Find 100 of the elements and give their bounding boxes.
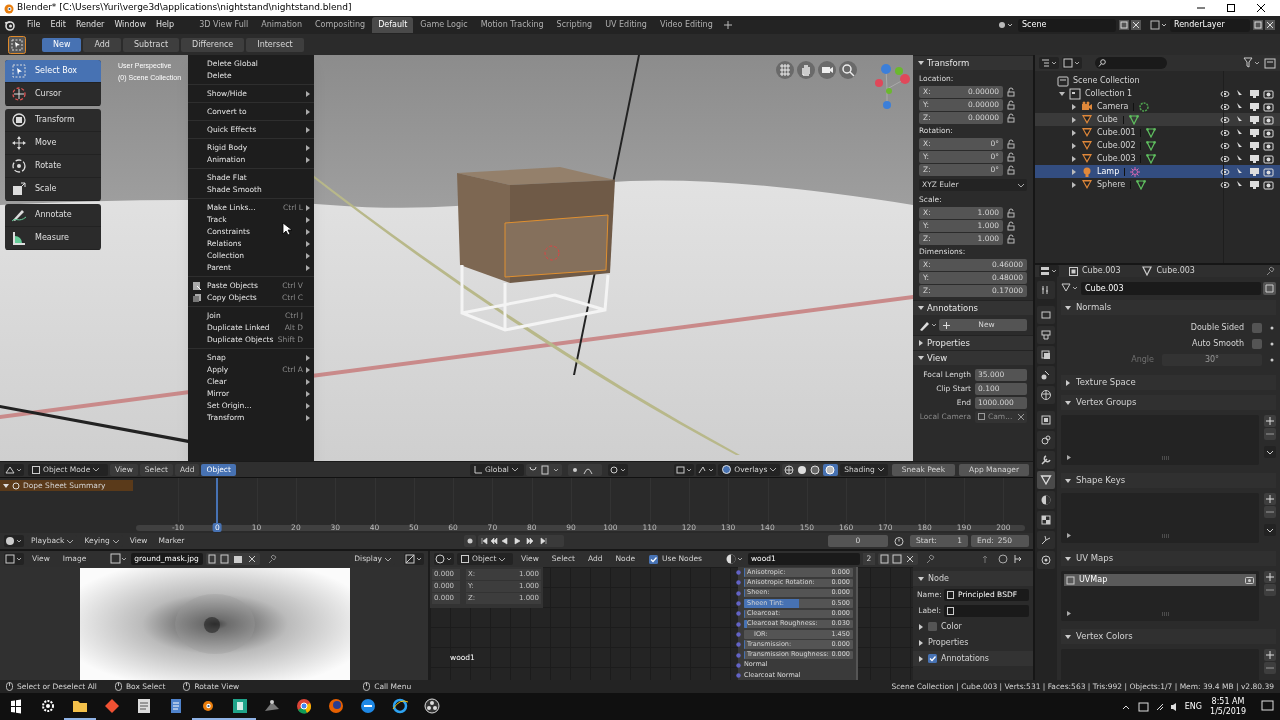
visibility-toggles-icon[interactable]	[1220, 127, 1274, 138]
workspace-tab[interactable]: Default	[372, 17, 414, 33]
mode-button[interactable]: Difference	[181, 37, 245, 52]
visibility-toggles-icon[interactable]	[1220, 101, 1274, 112]
panel-header[interactable]: Node	[913, 571, 1033, 586]
checker-icon[interactable]	[1037, 511, 1055, 529]
image-browse-icon[interactable]	[110, 553, 129, 565]
workspace-tab[interactable]: Animation	[255, 17, 308, 33]
panel-header[interactable]: Normals	[1061, 300, 1276, 315]
printer-icon[interactable]	[1037, 326, 1055, 344]
clock-editor-icon[interactable]	[4, 535, 24, 548]
render-icon[interactable]	[1037, 306, 1055, 324]
chevron-icon[interactable]	[1264, 446, 1276, 458]
outliner-row[interactable]: Cube	[1035, 113, 1280, 126]
outliner-row[interactable]: Camera	[1035, 100, 1280, 113]
panel-header[interactable]: Annotations	[913, 651, 1033, 666]
menu-item[interactable]: Window	[109, 19, 151, 31]
gizmo-toggle-icon[interactable]	[696, 463, 717, 476]
panel-header[interactable]: Annotations	[913, 300, 1033, 315]
outliner-editor-icon[interactable]	[1039, 57, 1059, 69]
layers-icon[interactable]	[1037, 346, 1055, 364]
pin-icon[interactable]	[1264, 265, 1276, 277]
copy-layer-icon[interactable]	[1252, 19, 1276, 31]
panel-header[interactable]: View	[913, 350, 1033, 365]
wrench-icon[interactable]	[1037, 451, 1055, 469]
panel-header[interactable]: Transform	[913, 55, 1033, 70]
editor-type-icon[interactable]	[4, 463, 24, 476]
playhead[interactable]	[216, 478, 219, 523]
particles-icon[interactable]	[1037, 531, 1055, 549]
image-actions-icon[interactable]	[206, 553, 261, 565]
render-layer-icon[interactable]	[1150, 20, 1168, 30]
shading-modes-icon[interactable]	[782, 463, 839, 476]
proportional-icon[interactable]	[567, 463, 602, 476]
checkbox[interactable]: Auto Smooth	[1192, 337, 1262, 350]
pencil-icon[interactable]	[919, 319, 937, 331]
outliner-row[interactable]: Scene Collection	[1035, 74, 1280, 87]
clock[interactable]: 8:51 AM 1/5/2019	[1210, 696, 1246, 717]
panel-header[interactable]: Shape Keys	[1061, 473, 1276, 488]
channels-icon[interactable]	[404, 553, 424, 565]
outliner-row[interactable]: Cube.001	[1035, 126, 1280, 139]
visibility-toggles-icon[interactable]	[1220, 88, 1274, 99]
tool-button[interactable]: Rotate	[5, 155, 101, 178]
panel-header[interactable]: Vertex Groups	[1061, 395, 1276, 410]
plus-icon[interactable]	[1264, 493, 1276, 505]
mode-button[interactable]: Intersect	[246, 37, 304, 52]
scrollbar[interactable]	[136, 525, 1025, 531]
playback-controls-icon[interactable]	[464, 535, 565, 548]
pivot-icon[interactable]	[607, 463, 628, 476]
filter-icon[interactable]	[1243, 57, 1261, 69]
tool-icon[interactable]	[1037, 281, 1055, 299]
chevron-icon[interactable]	[1264, 524, 1276, 536]
physics-icon[interactable]	[1037, 551, 1055, 569]
outliner-row[interactable]: Collection 1	[1035, 87, 1280, 100]
constraint-icon[interactable]	[1037, 431, 1055, 449]
list-item[interactable]: UVMap	[1064, 574, 1256, 586]
workspace-tab[interactable]: Video Editing	[653, 17, 719, 33]
panel-header[interactable]: Vertex Colors	[1061, 629, 1276, 644]
mesh-icon[interactable]	[1037, 471, 1055, 489]
plus-icon[interactable]	[1264, 649, 1276, 661]
panel-header[interactable]: Texture Space	[1061, 375, 1276, 390]
grip-icon[interactable]	[1161, 534, 1171, 538]
globe-icon[interactable]	[1037, 386, 1055, 404]
scene-field[interactable]: Scene	[1018, 18, 1116, 32]
add-workspace-icon[interactable]	[722, 20, 733, 30]
panel-header[interactable]: Properties	[913, 635, 1033, 650]
workspace-tab[interactable]: Compositing	[308, 17, 372, 33]
visibility-toggles-icon[interactable]	[1220, 179, 1274, 190]
new-collection-icon[interactable]	[1264, 57, 1276, 69]
panel-header[interactable]: Color	[913, 619, 1033, 634]
hand-icon[interactable]	[797, 61, 815, 79]
checkbox[interactable]: Double Sided	[1190, 321, 1262, 334]
view-options-icon[interactable]	[674, 463, 695, 476]
object-icon[interactable]	[1037, 411, 1055, 429]
snap-icon[interactable]	[525, 463, 562, 476]
tool-button[interactable]: Scale	[5, 178, 101, 201]
visibility-toggles-icon[interactable]	[1220, 114, 1274, 125]
datablock-name-field[interactable]: Cube.003	[1081, 281, 1261, 295]
material-icon[interactable]	[1037, 491, 1055, 509]
select-tool-icon[interactable]	[8, 35, 26, 54]
search-field[interactable]	[1095, 57, 1167, 69]
maximize-icon[interactable]	[1226, 3, 1236, 13]
properties-editor-icon[interactable]	[1039, 265, 1059, 277]
close-icon[interactable]	[1256, 3, 1266, 13]
mode-button[interactable]: New	[42, 37, 82, 52]
tool-button[interactable]: Transform	[5, 109, 101, 132]
workspace-tab[interactable]: Game Logic	[414, 17, 474, 33]
mode-button[interactable]: Subtract	[122, 37, 180, 52]
outliner-row[interactable]: Cube.003	[1035, 152, 1280, 165]
grid-icon[interactable]	[776, 61, 794, 79]
view-layer-field[interactable]: RenderLayer	[1170, 18, 1250, 32]
material-browse-icon[interactable]	[724, 553, 745, 565]
outliner-row[interactable]: Lamp	[1035, 165, 1280, 178]
fake-user-icon[interactable]	[1263, 281, 1276, 295]
tool-button[interactable]: Measure	[5, 227, 101, 250]
outliner-row[interactable]: Sphere	[1035, 178, 1280, 191]
mesh-browse-icon[interactable]	[1061, 282, 1079, 294]
menu-item[interactable]: Help	[150, 19, 180, 31]
menu-item[interactable]: File	[22, 19, 46, 31]
workspace-tab[interactable]: Scripting	[550, 17, 599, 33]
plus-icon[interactable]	[1264, 415, 1276, 427]
